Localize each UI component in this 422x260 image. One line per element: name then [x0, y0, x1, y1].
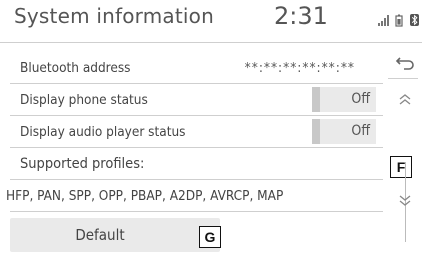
- scroll-up-icon: [399, 94, 411, 105]
- default-button[interactable]: Default: [10, 218, 220, 252]
- scroll-down-button[interactable]: [394, 190, 416, 212]
- scroll-down-icon: [399, 195, 411, 206]
- list-item-supported-profiles-heading: Supported profiles:: [10, 148, 383, 180]
- default-button-label: Default: [75, 226, 125, 244]
- toggle-state: Off: [351, 91, 370, 107]
- audio-player-status-toggle[interactable]: Off: [312, 119, 376, 144]
- row-label: Display phone status: [20, 92, 148, 108]
- screen: System information 2:31 Bluetooth addres…: [0, 0, 422, 260]
- callout-g: G: [199, 226, 221, 248]
- row-label: Display audio player status: [20, 124, 186, 140]
- scroll-up-button[interactable]: [394, 90, 416, 110]
- toggle-state: Off: [351, 123, 370, 139]
- clock: 2:31: [274, 2, 328, 30]
- phone-status-toggle[interactable]: Off: [312, 87, 376, 112]
- row-label: HFP, PAN, SPP, OPP, PBAP, A2DP, AVRCP, M…: [6, 188, 284, 204]
- toggle-indicator: [312, 87, 320, 112]
- battery-icon: [395, 14, 403, 27]
- back-button[interactable]: [388, 52, 418, 79]
- back-arrow-icon: [395, 57, 414, 70]
- page-title: System information: [14, 4, 214, 28]
- list-item-display-phone-status[interactable]: Display phone status Off: [10, 84, 383, 116]
- toggle-indicator: [312, 119, 320, 144]
- status-icons: [378, 12, 422, 31]
- signal-bars-icon: [378, 15, 389, 26]
- bluetooth-address-value: **:**:**:**:**:**: [244, 60, 355, 76]
- row-label: Bluetooth address: [20, 60, 131, 76]
- list-item-display-audio-player-status[interactable]: Display audio player status Off: [10, 116, 383, 148]
- list-item-bluetooth-address: Bluetooth address **:**:**:**:**:**: [10, 52, 383, 84]
- side-controls: [388, 50, 422, 250]
- row-label: Supported profiles:: [20, 156, 145, 172]
- list-item-supported-profiles-value: HFP, PAN, SPP, OPP, PBAP, A2DP, AVRCP, M…: [6, 180, 383, 212]
- bluetooth-icon: [410, 14, 419, 26]
- header-bar: System information 2:31: [0, 0, 422, 43]
